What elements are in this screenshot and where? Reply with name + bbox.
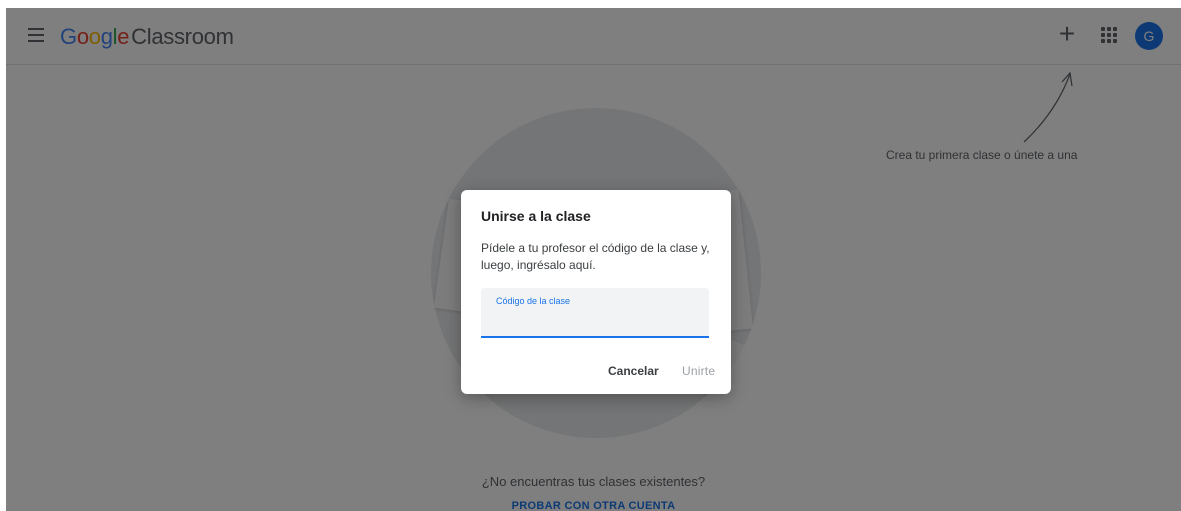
dialog-title: Unirse a la clase bbox=[481, 208, 591, 224]
cancel-button[interactable]: Cancelar bbox=[608, 364, 659, 378]
classroom-page: GoogleClassroom + G Crea tu primera clas… bbox=[6, 8, 1181, 511]
class-code-input[interactable] bbox=[495, 310, 704, 332]
class-code-label: Código de la clase bbox=[496, 296, 571, 306]
browser-viewport: GoogleClassroom + G Crea tu primera clas… bbox=[6, 8, 1181, 511]
join-class-dialog: Unirse a la clase Pídele a tu profesor e… bbox=[461, 190, 731, 394]
join-button[interactable]: Unirte bbox=[682, 364, 715, 378]
dialog-description: Pídele a tu profesor el código de la cla… bbox=[481, 241, 710, 272]
class-code-field[interactable]: Código de la clase bbox=[481, 288, 709, 338]
